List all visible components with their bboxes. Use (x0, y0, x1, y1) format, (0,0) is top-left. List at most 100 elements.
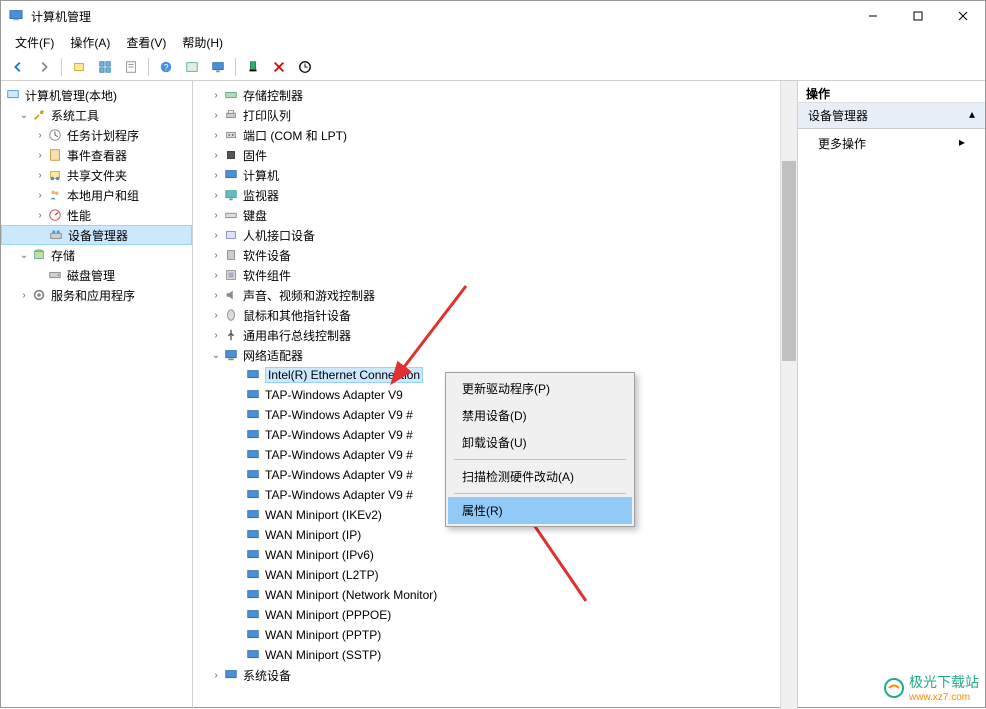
dev-print-queues[interactable]: ›打印队列 (209, 105, 780, 125)
net-wan-sstp[interactable]: WAN Miniport (SSTP) (209, 645, 780, 665)
forward-button[interactable] (33, 56, 55, 78)
tree-device-manager[interactable]: 设备管理器 (1, 225, 192, 245)
speaker-icon (223, 287, 239, 303)
computer-icon (223, 167, 239, 183)
dev-monitors[interactable]: ›监视器 (209, 185, 780, 205)
tree-local-users[interactable]: › 本地用户和组 (1, 185, 192, 205)
ctx-disable-device[interactable]: 禁用设备(D) (448, 402, 632, 429)
expand-icon[interactable]: › (33, 190, 47, 201)
separator (454, 493, 626, 494)
dev-firmware[interactable]: ›固件 (209, 145, 780, 165)
toolbar-monitor-icon[interactable] (207, 56, 229, 78)
toolbar-icon-1[interactable] (181, 56, 203, 78)
close-button[interactable] (940, 1, 985, 31)
printer-icon (223, 107, 239, 123)
storage-label: 存储 (51, 247, 75, 264)
disk-icon (47, 267, 63, 283)
dev-storage-controllers[interactable]: ›存储控制器 (209, 85, 780, 105)
dev-ports[interactable]: ›端口 (COM 和 LPT) (209, 125, 780, 145)
vertical-scrollbar[interactable] (780, 81, 797, 709)
net-wan-ip[interactable]: WAN Miniport (IP) (209, 525, 780, 545)
share-icon (47, 167, 63, 183)
collapse-icon[interactable]: ⌄ (17, 110, 31, 121)
tree-root[interactable]: 计算机管理(本地) (1, 85, 192, 105)
menu-file[interactable]: 文件(F) (7, 31, 62, 53)
ctx-scan-hardware[interactable]: 扫描检测硬件改动(A) (448, 463, 632, 490)
left-navigation-tree: 计算机管理(本地) ⌄ 系统工具 › 任务计划程序 › 事件查看器 › 共享文件… (1, 81, 193, 709)
separator (148, 58, 149, 76)
tree-system-tools[interactable]: ⌄ 系统工具 (1, 105, 192, 125)
minimize-button[interactable] (850, 1, 895, 31)
maximize-button[interactable] (895, 1, 940, 31)
dev-usb[interactable]: ›通用串行总线控制器 (209, 325, 780, 345)
net-wan-ipv6[interactable]: WAN Miniport (IPv6) (209, 545, 780, 565)
separator (235, 58, 236, 76)
tree-event-viewer[interactable]: › 事件查看器 (1, 145, 192, 165)
users-icon (47, 187, 63, 203)
separator (61, 58, 62, 76)
menu-help[interactable]: 帮助(H) (174, 31, 231, 53)
dev-software-devices[interactable]: ›软件设备 (209, 245, 780, 265)
expand-icon[interactable]: › (33, 170, 47, 181)
properties-button[interactable] (120, 56, 142, 78)
device-mgr-icon (48, 227, 64, 243)
adapter-icon (245, 607, 261, 623)
dev-keyboards[interactable]: ›键盘 (209, 205, 780, 225)
ctx-update-driver[interactable]: 更新驱动程序(P) (448, 375, 632, 402)
separator (454, 459, 626, 460)
watermark: 极光下载站 www.xz7.com (883, 672, 979, 703)
adapter-icon (245, 447, 261, 463)
adapter-icon (245, 507, 261, 523)
event-viewer-label: 事件查看器 (67, 147, 127, 164)
up-button[interactable] (68, 56, 90, 78)
menu-view[interactable]: 查看(V) (118, 31, 174, 53)
expand-icon[interactable]: › (33, 130, 47, 141)
dev-mouse[interactable]: ›鼠标和其他指针设备 (209, 305, 780, 325)
tree-disk-mgmt[interactable]: 磁盘管理 (1, 265, 192, 285)
tree-shared-folders[interactable]: › 共享文件夹 (1, 165, 192, 185)
net-wan-netmon[interactable]: WAN Miniport (Network Monitor) (209, 585, 780, 605)
window-title: 计算机管理 (31, 8, 850, 25)
services-icon (31, 287, 47, 303)
help-button[interactable]: ? (155, 56, 177, 78)
collapse-icon[interactable]: ⌄ (17, 250, 31, 261)
submenu-arrow-icon: ▸ (959, 135, 965, 152)
dev-audio[interactable]: ›声音、视频和游戏控制器 (209, 285, 780, 305)
ctx-properties[interactable]: 属性(R) (448, 497, 632, 524)
expand-icon[interactable]: › (33, 150, 47, 161)
view-button[interactable] (94, 56, 116, 78)
dev-software-components[interactable]: ›软件组件 (209, 265, 780, 285)
scan-button[interactable] (294, 56, 316, 78)
back-button[interactable] (7, 56, 29, 78)
tree-performance[interactable]: › 性能 (1, 205, 192, 225)
dev-computer[interactable]: ›计算机 (209, 165, 780, 185)
ctx-uninstall-device[interactable]: 卸载设备(U) (448, 429, 632, 456)
expand-icon[interactable]: › (33, 210, 47, 221)
net-wan-l2tp[interactable]: WAN Miniport (L2TP) (209, 565, 780, 585)
uninstall-button[interactable] (268, 56, 290, 78)
actions-header: 操作 (798, 81, 985, 103)
network-icon (223, 347, 239, 363)
tree-task-scheduler[interactable]: › 任务计划程序 (1, 125, 192, 145)
net-wan-pppoe[interactable]: WAN Miniport (PPPOE) (209, 605, 780, 625)
actions-section[interactable]: 设备管理器 ▴ (798, 103, 985, 129)
menu-action[interactable]: 操作(A) (62, 31, 118, 53)
collapse-icon[interactable]: ⌄ (209, 350, 223, 361)
title-bar: 计算机管理 (1, 1, 985, 31)
enable-button[interactable] (242, 56, 264, 78)
adapter-icon (245, 527, 261, 543)
system-tools-label: 系统工具 (51, 107, 99, 124)
tree-services[interactable]: › 服务和应用程序 (1, 285, 192, 305)
dev-network-adapters[interactable]: ⌄网络适配器 (209, 345, 780, 365)
device-manager-label: 设备管理器 (68, 227, 128, 244)
tree-storage[interactable]: ⌄ 存储 (1, 245, 192, 265)
dev-system-devices[interactable]: ›系统设备 (209, 665, 780, 685)
net-wan-pptp[interactable]: WAN Miniport (PPTP) (209, 625, 780, 645)
tools-icon (31, 107, 47, 123)
adapter-icon (245, 627, 261, 643)
dev-hid[interactable]: ›人机接口设备 (209, 225, 780, 245)
scrollbar-thumb[interactable] (782, 161, 796, 361)
more-actions[interactable]: 更多操作 ▸ (798, 129, 985, 158)
expand-icon[interactable]: › (17, 290, 31, 301)
adapter-icon (245, 467, 261, 483)
